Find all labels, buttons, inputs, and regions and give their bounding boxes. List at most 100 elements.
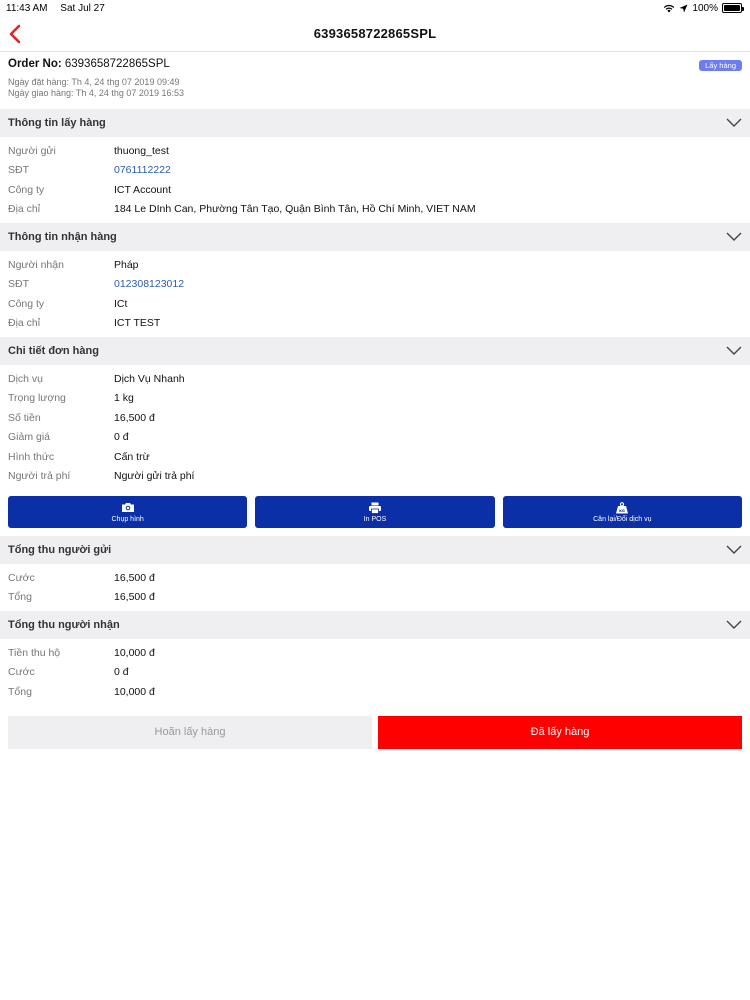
section-header-receiver[interactable]: Thông tin nhận hàng bbox=[0, 223, 750, 251]
chevron-down-icon bbox=[726, 620, 742, 629]
receiver-address-value: ICT TEST bbox=[114, 317, 161, 330]
row-receiver-fee: Cước 0 đ bbox=[0, 663, 750, 683]
battery-fill bbox=[724, 5, 740, 11]
row-label: Số tiền bbox=[8, 411, 41, 424]
status-time: 11:43 AM bbox=[6, 2, 48, 14]
back-button[interactable] bbox=[6, 23, 26, 45]
receiver-phone-link[interactable]: 012308123012 bbox=[114, 278, 184, 290]
chevron-down-icon bbox=[726, 118, 742, 127]
row-label: Người nhận bbox=[8, 258, 64, 271]
receiver-fee-value: 0 đ bbox=[114, 666, 129, 679]
row-label: Cước bbox=[8, 571, 35, 584]
nav-bar: 6393658722865SPL bbox=[0, 16, 750, 52]
order-dates: Ngày đặt hàng: Th 4, 24 thg 07 2019 09:4… bbox=[8, 77, 742, 99]
row-label: Công ty bbox=[8, 183, 45, 196]
weight-icon: KG bbox=[615, 501, 629, 514]
battery-percent: 100% bbox=[692, 2, 718, 14]
reweigh-label: Cân lại/Đổi dịch vụ bbox=[593, 516, 652, 523]
row-payment-method: Hình thức Cấn trừ bbox=[0, 447, 750, 467]
sender-company-value: ICT Account bbox=[114, 183, 172, 196]
svg-text:KG: KG bbox=[619, 509, 625, 513]
row-label: Hình thức bbox=[8, 450, 55, 463]
row-receiver-address: Địa chỉ ICT TEST bbox=[0, 314, 750, 334]
row-label: SĐT bbox=[8, 278, 29, 291]
section-title: Tổng thu người gửi bbox=[8, 544, 112, 556]
discount-value: 0 đ bbox=[114, 431, 129, 444]
row-label: Giảm giá bbox=[8, 431, 51, 444]
sender-phone-link[interactable]: 0761112222 bbox=[114, 164, 171, 176]
location-icon bbox=[679, 4, 688, 12]
row-discount: Giảm giá 0 đ bbox=[0, 428, 750, 448]
status-bar: 11:43 AM Sat Jul 27 100% bbox=[0, 0, 750, 16]
row-amount: Số tiền 16,500 đ bbox=[0, 408, 750, 428]
row-service: Dịch vụ Dịch Vụ Nhanh bbox=[0, 369, 750, 389]
chevron-down-icon bbox=[726, 232, 742, 241]
receiver-company-value: ICt bbox=[114, 297, 128, 310]
sender-fee-value: 16,500 đ bbox=[114, 571, 155, 584]
row-sender: Người gửi thuong_test bbox=[0, 141, 750, 161]
receiver-sum-value: 10,000 đ bbox=[114, 685, 155, 698]
row-label: Tiền thu hộ bbox=[8, 646, 61, 659]
order-date: Ngày đặt hàng: Th 4, 24 thg 07 2019 09:4… bbox=[8, 77, 180, 87]
section-header-details[interactable]: Chi tiết đơn hàng bbox=[0, 337, 750, 365]
section-header-receiver-total[interactable]: Tổng thu người nhận bbox=[0, 611, 750, 639]
pickup-rows: Người gửi thuong_test SĐT 0761112222 Công … bbox=[0, 137, 750, 223]
row-receiver-sum: Tổng 10,000 đ bbox=[0, 682, 750, 702]
row-sender-sum: Tổng 16,500 đ bbox=[0, 588, 750, 608]
postpone-pickup-button[interactable]: Hoãn lấy hàng bbox=[8, 715, 372, 749]
status-badge: Lấy hàng bbox=[699, 60, 742, 71]
sender-address-value: 184 Le DInh Can, Phường Tân Tạo, Quận Bì… bbox=[114, 203, 476, 216]
row-sender-phone: SĐT 0761112222 bbox=[0, 161, 750, 181]
row-label: Địa chỉ bbox=[8, 203, 41, 216]
section-title: Thông tin lấy hàng bbox=[8, 117, 106, 129]
service-value: Dịch Vụ Nhanh bbox=[114, 372, 185, 385]
picked-up-button[interactable]: Đã lấy hàng bbox=[378, 715, 742, 749]
row-label: Công ty bbox=[8, 297, 45, 310]
payer-value: Người gửi trả phí bbox=[114, 470, 195, 483]
chevron-left-icon bbox=[9, 24, 21, 44]
row-label: SĐT bbox=[8, 164, 29, 177]
take-photo-label: Chụp hình bbox=[111, 516, 144, 523]
status-right: 100% bbox=[663, 2, 744, 14]
row-label: Tổng bbox=[8, 685, 32, 698]
page-title: 6393658722865SPL bbox=[313, 26, 437, 41]
payment-method-value: Cấn trừ bbox=[114, 450, 150, 463]
order-number-label: Order No: bbox=[8, 58, 62, 70]
status-date: Sat Jul 27 bbox=[60, 2, 105, 14]
row-receiver-phone: SĐT 012308123012 bbox=[0, 275, 750, 295]
print-pos-button[interactable]: In POS bbox=[255, 496, 495, 528]
row-label: Cước bbox=[8, 666, 35, 679]
row-weight: Trọng lượng 1 kg bbox=[0, 389, 750, 409]
print-pos-label: In POS bbox=[363, 516, 387, 523]
chevron-down-icon bbox=[726, 346, 742, 355]
sender-value: thuong_test bbox=[114, 144, 169, 157]
row-payer: Người trả phí Người gửi trả phí bbox=[0, 467, 750, 487]
row-cod: Tiền thu hộ 10,000 đ bbox=[0, 643, 750, 663]
details-rows: Dịch vụ Dịch Vụ Nhanh Trọng lượng 1 kg Số … bbox=[0, 365, 750, 490]
action-buttons: Chụp hình In POS KG Cân lại/Đổi dịch vụ bbox=[0, 490, 750, 536]
row-label: Người trả phí bbox=[8, 470, 71, 483]
row-receiver-company: Công ty ICt bbox=[0, 294, 750, 314]
receiver-total-rows: Tiền thu hộ 10,000 đ Cước 0 đ Tổng 10,000 đ bbox=[0, 639, 750, 706]
printer-icon bbox=[368, 501, 382, 514]
take-photo-button[interactable]: Chụp hình bbox=[8, 496, 248, 528]
row-label: Tổng bbox=[8, 591, 32, 604]
status-left: 11:43 AM Sat Jul 27 bbox=[6, 3, 115, 14]
order-number-value: 6393658722865SPL bbox=[64, 58, 170, 70]
receiver-rows: Người nhận Pháp SĐT 012308123012 Công ty IC… bbox=[0, 251, 750, 337]
section-title: Thông tin nhận hàng bbox=[8, 231, 117, 243]
chevron-down-icon bbox=[726, 545, 742, 554]
section-title: Chi tiết đơn hàng bbox=[8, 345, 99, 357]
camera-icon bbox=[121, 501, 135, 514]
row-label: Người gửi bbox=[8, 144, 56, 157]
order-info: Order No: 6393658722865SPL Lấy hàng Ngày… bbox=[0, 52, 750, 109]
row-receiver: Người nhận Pháp bbox=[0, 255, 750, 275]
reweigh-button[interactable]: KG Cân lại/Đổi dịch vụ bbox=[502, 496, 742, 528]
cod-value: 10,000 đ bbox=[114, 646, 155, 659]
sender-total-rows: Cước 16,500 đ Tổng 16,500 đ bbox=[0, 564, 750, 611]
receiver-value: Pháp bbox=[114, 258, 139, 271]
wifi-icon bbox=[664, 4, 675, 12]
section-header-sender-total[interactable]: Tổng thu người gửi bbox=[0, 536, 750, 564]
section-header-pickup[interactable]: Thông tin lấy hàng bbox=[0, 109, 750, 137]
row-label: Dịch vụ bbox=[8, 372, 44, 385]
